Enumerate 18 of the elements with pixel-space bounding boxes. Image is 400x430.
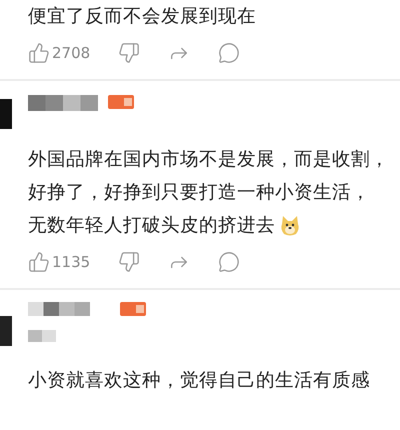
thumbs-down-icon[interactable]	[118, 42, 140, 64]
thumbs-down-icon[interactable]	[118, 251, 140, 273]
comment-icon[interactable]	[218, 42, 240, 64]
comment-text: 便宜了反而不会发展到现在	[28, 5, 256, 29]
comment-text: 小资就喜欢这种，觉得自己的生活有质感	[28, 369, 370, 393]
comment-text: 外国品牌在国内市场不是发展，而是收割，	[28, 148, 389, 172]
comment-icon[interactable]	[218, 251, 240, 273]
thumbs-up-icon[interactable]	[28, 42, 50, 64]
blurred-name	[28, 302, 90, 316]
comment-text: 好挣了，好挣到只要打造一种小资生活，	[28, 181, 370, 205]
comment-text: 无数年轻人打破头皮的挤进去	[28, 214, 275, 238]
blurred-name	[28, 95, 98, 111]
like-count: 2708	[52, 44, 90, 62]
like-count: 1135	[52, 253, 90, 271]
thumbs-up-icon[interactable]	[28, 251, 50, 273]
blurred-name	[28, 330, 56, 342]
level-badge-icon	[120, 302, 146, 316]
level-badge-icon	[108, 95, 134, 109]
